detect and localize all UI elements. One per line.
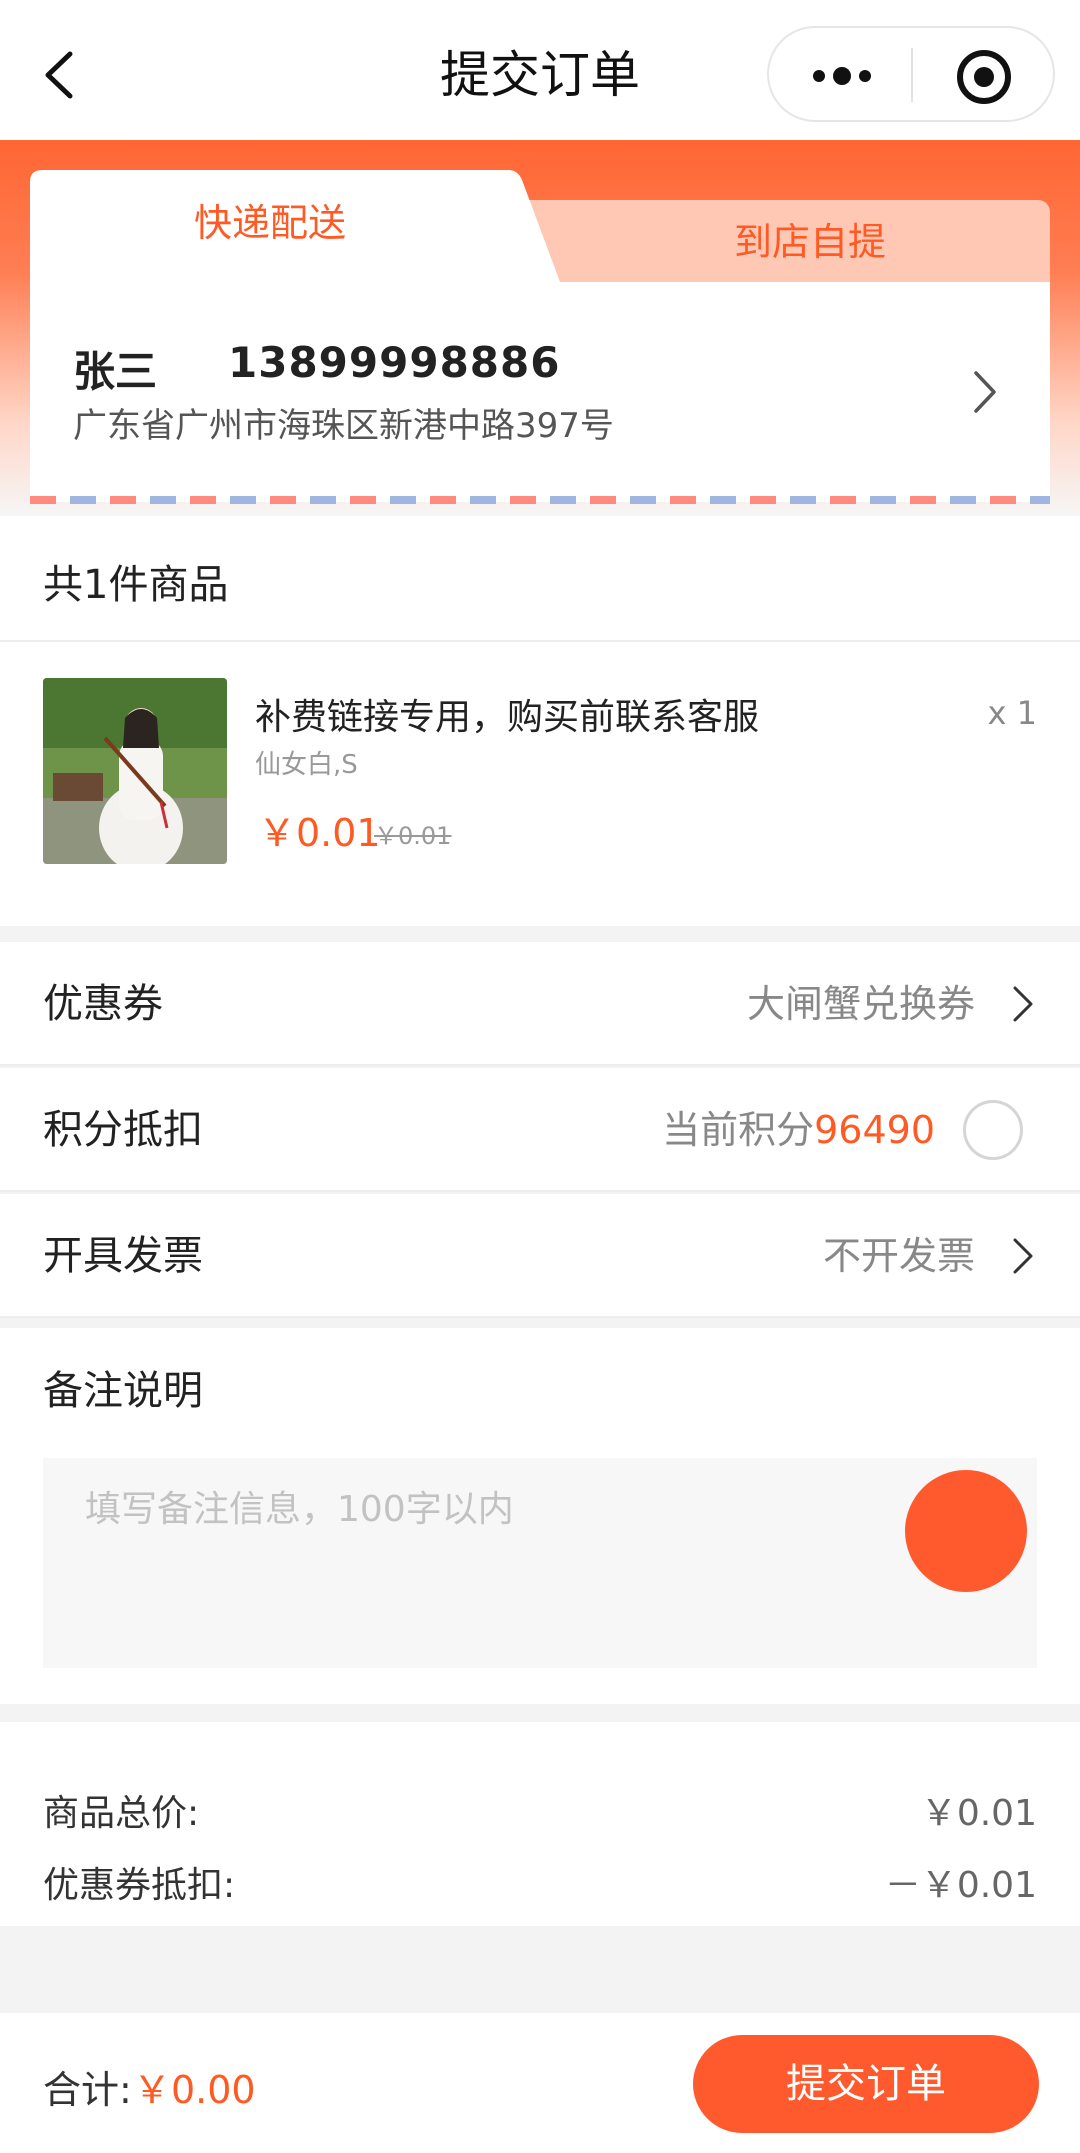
points-label: 积分抵扣: [43, 1107, 203, 1153]
checkout-bar: 合计: ￥0.00 提交订单: [0, 2013, 1080, 2153]
nav-header: 提交订单: [0, 0, 1080, 140]
coupon-value: 大闸蟹兑换券: [746, 982, 975, 1026]
address-card[interactable]: 张三 13899998886 广东省广州市海珠区新港中路397号: [30, 282, 1050, 502]
receiver-phone: 13899998886: [228, 338, 561, 387]
tab-express-label: 快递配送: [193, 201, 346, 245]
submit-order-button[interactable]: 提交订单: [693, 2035, 1039, 2133]
product-photo-illustration: [43, 678, 227, 864]
goods-card: 共1件商品 补费链接专用，购买前联系客服 x 1 仙女白,S ￥0.01 ￥0.…: [0, 516, 1080, 926]
goods-total-label: 商品总价:: [43, 1793, 200, 1834]
product-image[interactable]: [43, 678, 227, 864]
coupon-row[interactable]: 优惠券 大闸蟹兑换券: [0, 942, 1080, 1066]
capsule-divider: [911, 48, 913, 102]
product-name: 补费链接专用，购买前联系客服: [255, 697, 760, 738]
points-balance: 96490: [814, 1108, 935, 1152]
points-toggle-radio[interactable]: [963, 1100, 1023, 1160]
invoice-label: 开具发票: [43, 1233, 203, 1279]
total-amount: ￥0.00: [133, 2068, 256, 2112]
remark-input[interactable]: [43, 1458, 1037, 1668]
price-summary: 商品总价: ￥0.01 优惠券抵扣: －￥0.01: [0, 1722, 1080, 1926]
points-row: 积分抵扣 当前积分96490: [0, 1068, 1080, 1192]
receiver-address: 广东省广州市海珠区新港中路397号: [73, 406, 614, 446]
invoice-row[interactable]: 开具发票 不开发票: [0, 1194, 1080, 1318]
coupon-deduct-value: －￥0.01: [884, 1865, 1037, 1906]
points-info: 当前积分96490: [662, 1068, 935, 1192]
points-prefix: 当前积分: [662, 1108, 815, 1152]
product-price: ￥0.01: [258, 811, 381, 855]
receiver-name: 张三: [73, 347, 158, 396]
tab-store-pickup-label: 到店自提: [733, 220, 886, 264]
invoice-value: 不开发票: [822, 1234, 975, 1278]
tab-store-pickup[interactable]: 到店自提: [520, 200, 1050, 284]
chevron-right-icon: [1013, 1238, 1033, 1274]
goods-count: 共1件商品: [43, 562, 229, 608]
coupon-label: 优惠券: [43, 981, 163, 1027]
goods-total-value: ￥0.01: [920, 1793, 1037, 1834]
more-dots-icon[interactable]: [807, 54, 877, 98]
chevron-right-icon: [974, 371, 996, 413]
order-page: 提交订单 到店自提 快递配送 张三 13899998886 广东省广州市海珠区新…: [0, 0, 1080, 2153]
product-spec: 仙女白,S: [255, 750, 358, 780]
divider: [0, 640, 1080, 642]
floating-action-button[interactable]: [905, 1470, 1027, 1592]
chevron-right-icon: [1013, 986, 1033, 1022]
target-icon[interactable]: [955, 48, 1013, 106]
mini-program-capsule: [767, 26, 1055, 122]
total-label: 合计:: [43, 2068, 132, 2112]
product-original-price: ￥0.01: [374, 822, 452, 850]
product-quantity: x 1: [987, 694, 1037, 732]
remark-title: 备注说明: [43, 1368, 203, 1414]
envelope-stripe: [30, 496, 1050, 504]
coupon-deduct-label: 优惠券抵扣:: [43, 1865, 236, 1906]
